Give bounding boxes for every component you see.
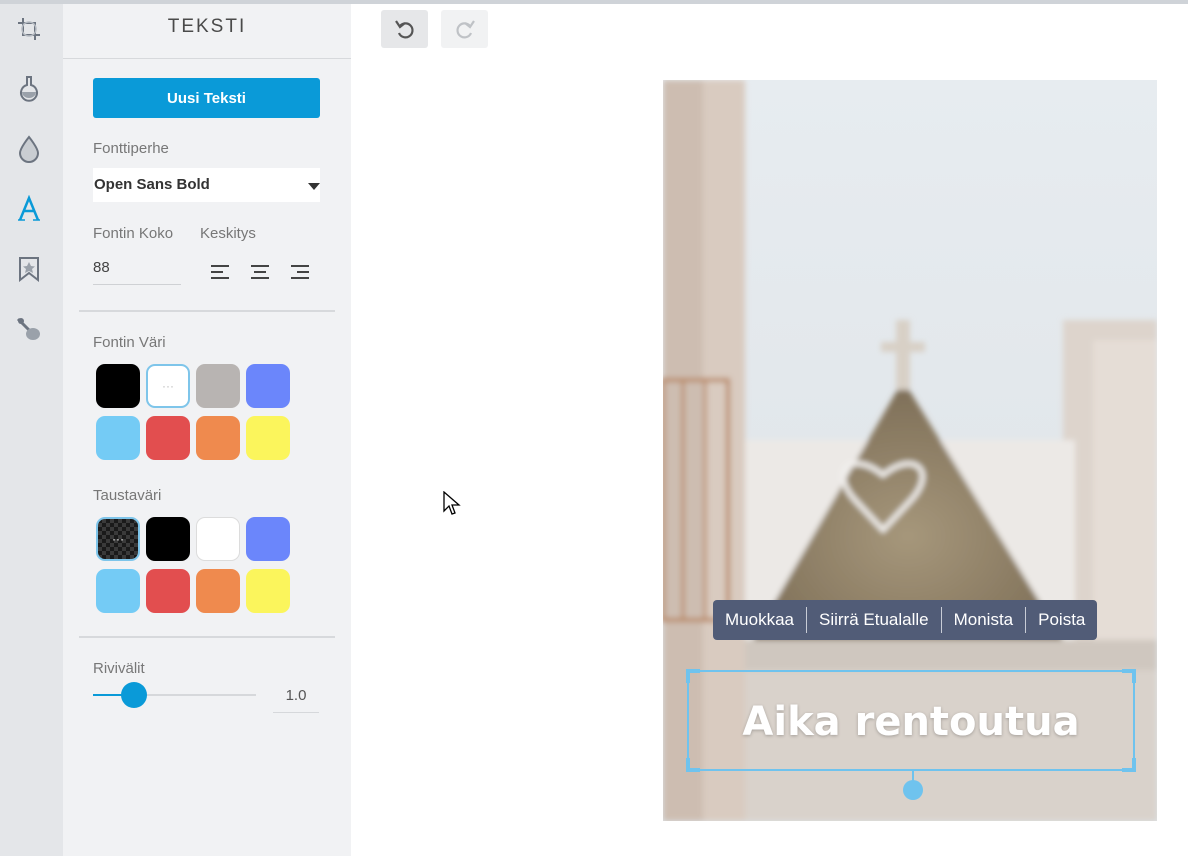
align-right-icon[interactable]: [288, 262, 312, 282]
background-color-swatch[interactable]: [96, 569, 140, 613]
redo-button[interactable]: [441, 10, 488, 48]
font-color-swatch[interactable]: [96, 416, 140, 460]
brush-icon[interactable]: [12, 312, 46, 346]
menu-item-delete[interactable]: Poista: [1026, 608, 1097, 632]
background-color-swatch[interactable]: [246, 517, 290, 561]
background-color-label: Taustaväri: [93, 487, 162, 504]
background-color-swatch[interactable]: [196, 569, 240, 613]
flask-icon[interactable]: [12, 72, 46, 106]
rotate-handle[interactable]: [903, 780, 923, 800]
background-color-swatch[interactable]: [196, 517, 240, 561]
font-family-select[interactable]: Open Sans Bold: [93, 168, 320, 202]
line-spacing-label: Rivivälit: [93, 660, 145, 677]
resize-handle-tl[interactable]: [686, 669, 700, 683]
canvas-text[interactable]: Aika rentoutua: [689, 699, 1133, 745]
background-color-swatch[interactable]: [246, 569, 290, 613]
line-spacing-value[interactable]: 1.0: [273, 684, 319, 713]
align-center-icon[interactable]: [248, 262, 272, 282]
background-color-swatch[interactable]: [146, 517, 190, 561]
font-size-value: 88: [93, 259, 110, 276]
font-color-swatch[interactable]: [96, 364, 140, 408]
resize-handle-tr[interactable]: [1122, 669, 1136, 683]
selected-dots-icon: ···: [162, 379, 174, 393]
bookmark-icon[interactable]: [12, 252, 46, 286]
slider-knob[interactable]: [120, 682, 147, 708]
cursor-icon: [443, 491, 461, 515]
menu-item-duplicate[interactable]: Monista: [942, 608, 1026, 632]
align-left-icon[interactable]: [208, 262, 232, 282]
alignment-label: Keskitys: [200, 225, 256, 242]
background-color-swatch[interactable]: [146, 569, 190, 613]
text-panel: TEKSTI Uusi Teksti Fonttiperhe Open Sans…: [63, 4, 351, 856]
font-color-swatch[interactable]: [246, 364, 290, 408]
new-text-button[interactable]: Uusi Teksti: [93, 78, 320, 118]
context-menu: Muokkaa Siirrä Etualalle Monista Poista: [713, 600, 1098, 640]
divider: [79, 310, 335, 312]
resize-handle-br[interactable]: [1122, 758, 1136, 772]
undo-button[interactable]: [381, 10, 428, 48]
font-color-swatch[interactable]: [146, 416, 190, 460]
selected-dots-icon: ···: [112, 532, 124, 546]
selected-text-box[interactable]: Aika rentoutua: [686, 669, 1136, 772]
font-color-swatch[interactable]: [196, 416, 240, 460]
font-color-swatch[interactable]: [196, 364, 240, 408]
chevron-down-icon: [308, 183, 320, 190]
menu-item-edit[interactable]: Muokkaa: [713, 608, 806, 632]
background-color-swatch[interactable]: ···: [96, 517, 140, 561]
divider: [79, 636, 335, 638]
font-family-value: Open Sans Bold: [94, 176, 210, 193]
text-icon[interactable]: [12, 192, 46, 226]
font-color-swatch[interactable]: ···: [146, 364, 190, 408]
line-spacing-slider[interactable]: [93, 682, 256, 708]
tool-rail: [0, 4, 63, 856]
font-family-label: Fonttiperhe: [93, 140, 169, 157]
divider: [63, 58, 351, 59]
crop-icon[interactable]: [12, 12, 46, 46]
font-size-input[interactable]: 88: [93, 256, 181, 285]
drop-icon[interactable]: [12, 132, 46, 166]
font-color-swatch[interactable]: [246, 416, 290, 460]
resize-handle-bl[interactable]: [686, 758, 700, 772]
font-size-label: Fontin Koko: [93, 225, 174, 242]
font-color-label: Fontin Väri: [93, 334, 166, 351]
menu-item-bring-forward[interactable]: Siirrä Etualalle: [807, 608, 941, 632]
redo-icon: [455, 20, 475, 39]
undo-icon: [394, 20, 414, 39]
panel-title: TEKSTI: [167, 16, 247, 37]
